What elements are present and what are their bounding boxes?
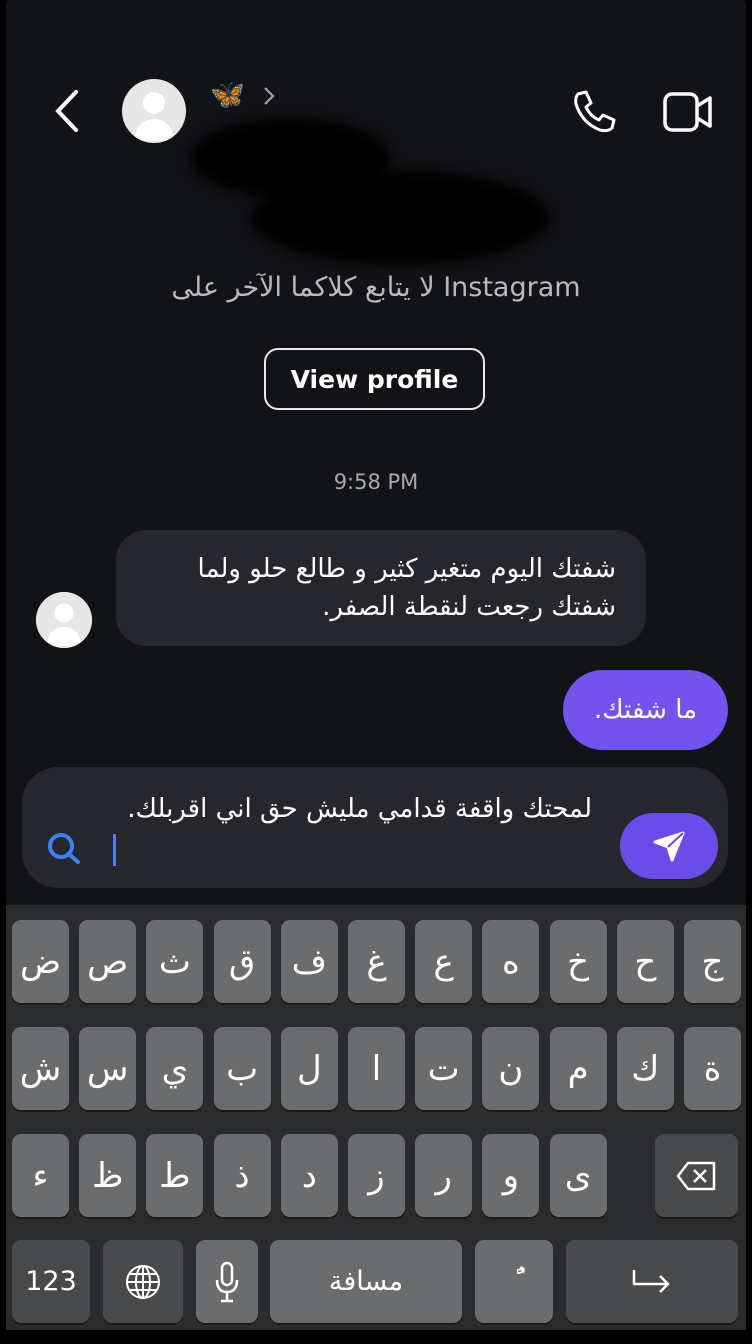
key[interactable]: ت	[415, 1027, 473, 1110]
butterfly-emoji: 🦋	[210, 78, 245, 111]
key[interactable]: ا	[348, 1027, 405, 1110]
message-input[interactable]: لمحتك واقفة قدامي مليش حق اني اقربلك.	[112, 790, 592, 828]
key[interactable]: و	[482, 1134, 540, 1217]
key[interactable]: ط	[146, 1134, 204, 1217]
key[interactable]: د	[280, 1134, 338, 1217]
key[interactable]: م	[549, 1027, 607, 1110]
return-arrow-icon	[632, 1269, 670, 1293]
key[interactable]: ش	[12, 1027, 69, 1110]
key[interactable]: ذ	[213, 1134, 271, 1217]
key[interactable]: غ	[348, 920, 405, 1003]
key[interactable]: ب	[213, 1027, 271, 1110]
globe-icon	[126, 1264, 160, 1299]
diacritic-key[interactable]: ًٌ	[475, 1240, 553, 1323]
key[interactable]: ص	[79, 920, 137, 1003]
view-profile-button[interactable]: View profile	[264, 348, 485, 410]
key[interactable]: ظ	[79, 1134, 137, 1217]
received-message[interactable]: شفتك اليوم متغير كثير و طالع حلو ولما شف…	[116, 530, 646, 646]
key[interactable]: ء	[12, 1134, 69, 1217]
key[interactable]: ي	[146, 1027, 204, 1110]
key[interactable]: ج	[684, 920, 741, 1003]
message-timestamp: 9:58 PM	[333, 470, 419, 494]
send-button[interactable]	[620, 813, 718, 879]
sent-message[interactable]: ما شفتك.	[563, 670, 728, 750]
key[interactable]: ع	[415, 920, 473, 1003]
back-chevron-icon[interactable]	[50, 86, 84, 136]
key[interactable]: س	[79, 1027, 137, 1110]
key[interactable]: ض	[12, 920, 69, 1003]
key[interactable]: ى	[549, 1134, 607, 1217]
key[interactable]: ف	[280, 920, 338, 1003]
send-icon	[653, 831, 685, 862]
globe-key[interactable]	[103, 1240, 183, 1323]
redacted-username	[250, 170, 550, 265]
key[interactable]: ز	[348, 1134, 405, 1217]
key[interactable]: خ	[549, 920, 607, 1003]
dictation-key[interactable]	[196, 1240, 258, 1323]
key[interactable]: ك	[616, 1027, 674, 1110]
sender-avatar[interactable]	[36, 592, 92, 648]
numbers-key[interactable]: 123	[12, 1240, 90, 1323]
key[interactable]: ل	[280, 1027, 338, 1110]
key[interactable]: ث	[146, 920, 204, 1003]
microphone-icon	[215, 1261, 239, 1302]
backspace-key[interactable]	[655, 1134, 738, 1217]
chevron-right-icon[interactable]	[262, 86, 276, 106]
key[interactable]: ر	[415, 1134, 473, 1217]
contact-avatar[interactable]	[122, 79, 186, 143]
search-icon[interactable]	[44, 830, 84, 866]
text-cursor	[113, 834, 116, 866]
follow-status-text: لا يتابع كلاكما الآخر على Instagram	[171, 272, 581, 303]
key[interactable]: ه	[482, 920, 540, 1003]
backspace-icon	[676, 1161, 715, 1190]
key[interactable]: ة	[684, 1027, 741, 1110]
key[interactable]: ح	[616, 920, 674, 1003]
key[interactable]: ن	[482, 1027, 540, 1110]
phone-call-icon[interactable]	[570, 88, 618, 136]
return-key[interactable]	[566, 1240, 738, 1323]
key[interactable]: ق	[213, 920, 271, 1003]
space-key[interactable]: مسافة	[270, 1240, 462, 1323]
video-call-icon[interactable]	[662, 90, 714, 134]
